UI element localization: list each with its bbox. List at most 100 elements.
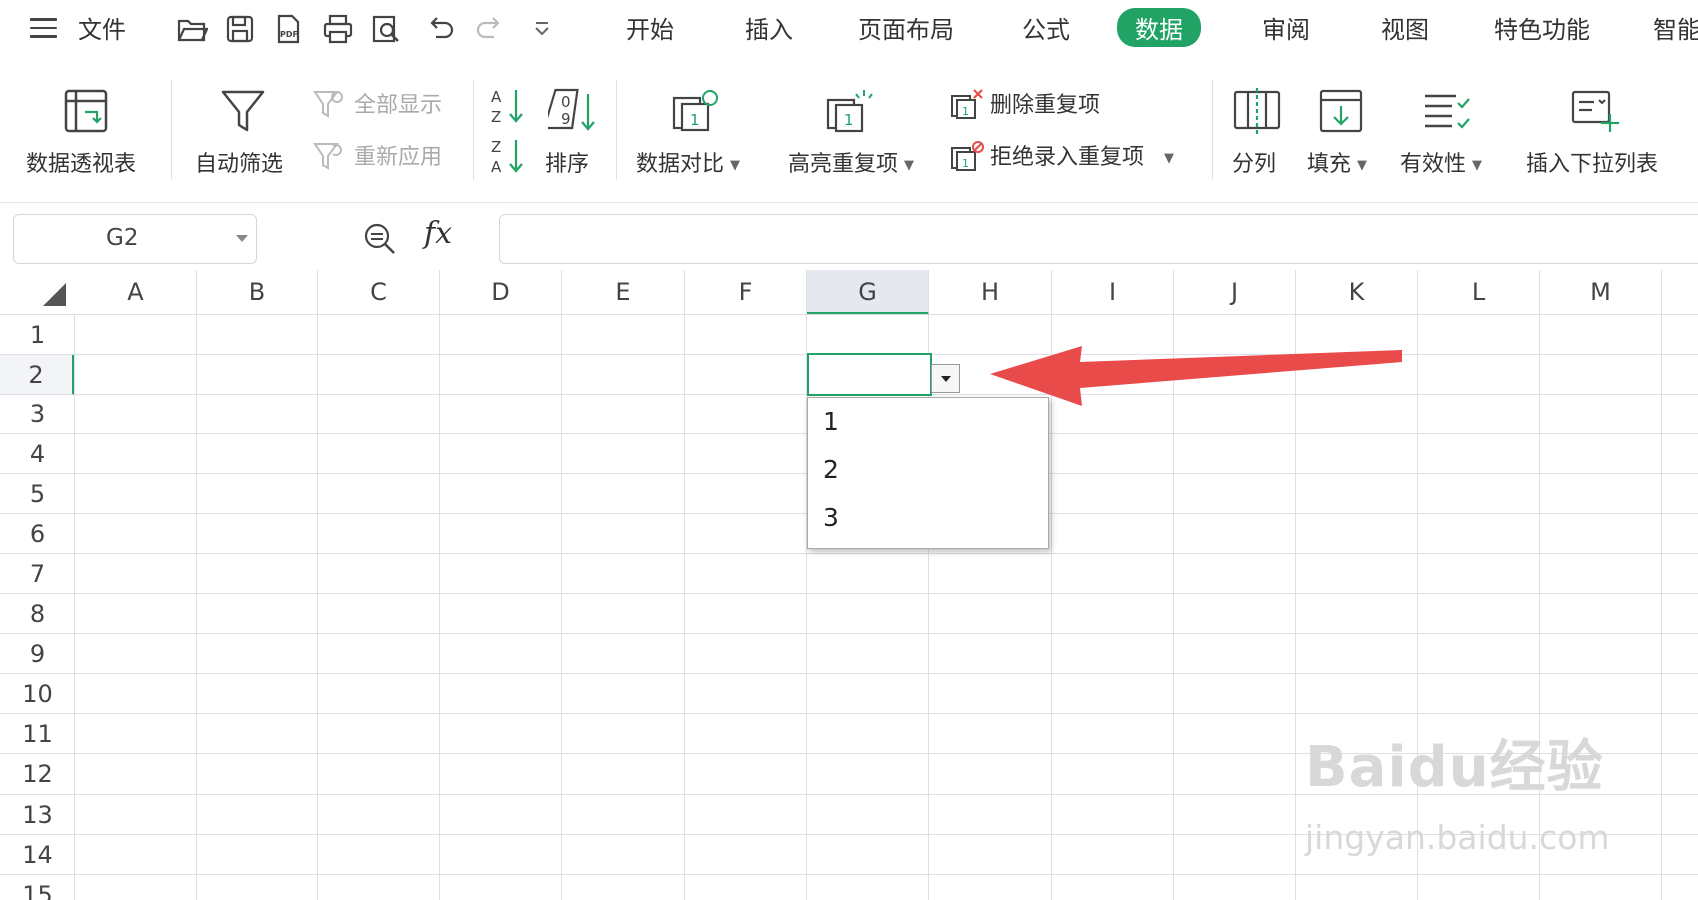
row-header-11[interactable]: 11 (0, 714, 75, 754)
row-header-2[interactable]: 2 (0, 355, 75, 395)
row-header-4[interactable]: 4 (0, 434, 75, 474)
column-header-m[interactable]: M (1540, 270, 1662, 315)
grid-column-line (561, 315, 562, 900)
name-box[interactable]: G2 (13, 214, 257, 264)
tab-page-layout[interactable]: 页面布局 (858, 10, 954, 45)
export-pdf-icon[interactable]: PDF (272, 13, 304, 45)
split-column-button[interactable]: 分列 (1226, 88, 1290, 183)
file-menu[interactable]: 文件 (78, 10, 126, 45)
active-cell-g2[interactable] (807, 353, 932, 396)
row-header-6[interactable]: 6 (0, 514, 75, 554)
dropdown-option[interactable]: 2 (823, 455, 839, 484)
sort-descending-icon[interactable]: ZA (490, 136, 526, 176)
fill-label: 填充 ▼ (1307, 152, 1368, 177)
column-header-e[interactable]: E (562, 270, 685, 315)
sort-button[interactable]: 09 排序 (540, 86, 610, 183)
split-column-label: 分列 (1232, 152, 1277, 177)
svg-text:1: 1 (962, 157, 969, 170)
tab-insert[interactable]: 插入 (745, 10, 793, 45)
row-header-3[interactable]: 3 (0, 395, 75, 434)
chevron-down-icon[interactable] (236, 235, 248, 242)
header-bottom-line (0, 314, 1698, 315)
tab-smart[interactable]: 智能 (1653, 10, 1698, 45)
column-header-l[interactable]: L (1418, 270, 1540, 315)
grid-row-line (75, 553, 1698, 554)
formula-input[interactable] (499, 214, 1698, 264)
insert-dropdown-list-button[interactable]: 插入下拉列表 (1526, 88, 1676, 183)
tab-data[interactable]: 数据 (1117, 8, 1201, 47)
row-header-8[interactable]: 8 (0, 594, 75, 634)
column-header-d[interactable]: D (440, 270, 562, 315)
row-header-10[interactable]: 10 (0, 674, 75, 714)
column-header-b[interactable]: B (197, 270, 318, 315)
row-header-5[interactable]: 5 (0, 474, 75, 514)
open-folder-icon[interactable] (176, 13, 208, 45)
autofilter-button[interactable]: 自动筛选 (190, 88, 300, 183)
column-header-a[interactable]: A (75, 270, 197, 315)
tab-home[interactable]: 开始 (626, 10, 674, 45)
show-all-button[interactable]: 全部显示 (310, 86, 460, 122)
grid-column-line (74, 315, 75, 900)
grid-column-line (439, 315, 440, 900)
data-compare-icon: 1 (672, 90, 718, 132)
row-header-1[interactable]: 1 (0, 315, 75, 355)
highlight-duplicates-label: 高亮重复项 ▼ (788, 152, 915, 177)
grid-row-line (75, 874, 1698, 875)
remove-duplicates-button[interactable]: 1 删除重复项 (950, 86, 1170, 122)
grid-row-line (75, 633, 1698, 634)
dropdown-list: 1 2 3 (807, 397, 1049, 549)
grid-row-line (75, 673, 1698, 674)
svg-text:0: 0 (561, 93, 571, 111)
annotation-arrow (990, 346, 1402, 406)
insert-dropdown-list-label: 插入下拉列表 (1526, 152, 1659, 177)
svg-text:Z: Z (491, 138, 501, 156)
row-header-15[interactable]: 15 (0, 875, 75, 900)
hamburger-menu-icon[interactable] (30, 18, 57, 38)
column-header-c[interactable]: C (318, 270, 440, 315)
insert-function-button[interactable]: fx (424, 216, 452, 251)
dropdown-option[interactable]: 3 (823, 503, 839, 532)
select-all-corner[interactable] (43, 283, 66, 306)
print-icon[interactable] (322, 13, 354, 45)
column-header-f[interactable]: F (685, 270, 807, 315)
data-validity-button[interactable]: 有效性 ▼ (1400, 88, 1510, 183)
column-header-h[interactable]: H (929, 270, 1052, 315)
menu-bar: 文件 PDF 开始 插入 页面布局 公式 数据 审阅 视图 特色功能 智能 (0, 0, 1698, 60)
dropdown-option[interactable]: 1 (823, 407, 839, 436)
row-header-13[interactable]: 13 (0, 795, 75, 835)
tab-review[interactable]: 审阅 (1262, 10, 1310, 45)
reject-duplicates-label: 拒绝录入重复项 ▼ (990, 145, 1175, 170)
tab-special-features[interactable]: 特色功能 (1494, 10, 1590, 45)
column-header-k[interactable]: K (1296, 270, 1418, 315)
split-column-icon (1233, 88, 1281, 134)
tab-view[interactable]: 视图 (1381, 10, 1429, 45)
reject-duplicates-button[interactable]: 1 拒绝录入重复项 ▼ (950, 138, 1200, 174)
highlight-duplicates-button[interactable]: 1 高亮重复项 ▼ (784, 88, 934, 183)
zoom-icon[interactable] (362, 221, 398, 257)
row-header-7[interactable]: 7 (0, 554, 75, 594)
fill-button[interactable]: 填充 ▼ (1304, 88, 1388, 183)
filter-reapply-icon (313, 143, 342, 170)
customize-toolbar-icon[interactable] (526, 13, 558, 45)
funnel-icon (221, 90, 265, 132)
save-icon[interactable] (224, 13, 256, 45)
column-header-g[interactable]: G (807, 270, 929, 315)
row-header-14[interactable]: 14 (0, 835, 75, 875)
undo-icon[interactable] (424, 13, 456, 45)
custom-sort-icon: 09 (548, 88, 595, 131)
reapply-button[interactable]: 重新应用 (310, 138, 460, 174)
sort-ascending-icon[interactable]: AZ (490, 86, 526, 126)
row-header-9[interactable]: 9 (0, 634, 75, 674)
cell-dropdown-button[interactable] (931, 364, 960, 393)
column-header-i[interactable]: I (1052, 270, 1174, 315)
data-validity-icon (1425, 94, 1470, 129)
row-header-12[interactable]: 12 (0, 754, 75, 795)
print-preview-icon[interactable] (370, 13, 402, 45)
pivot-table-button[interactable]: 数据透视表 (20, 88, 150, 183)
redo-icon[interactable] (474, 13, 506, 45)
autofilter-label: 自动筛选 (195, 152, 284, 177)
highlight-duplicates-icon: 1 (826, 90, 873, 133)
tab-formula[interactable]: 公式 (1022, 10, 1070, 45)
data-compare-button[interactable]: 1 数据对比 ▼ (636, 88, 766, 183)
column-header-j[interactable]: J (1174, 270, 1296, 315)
